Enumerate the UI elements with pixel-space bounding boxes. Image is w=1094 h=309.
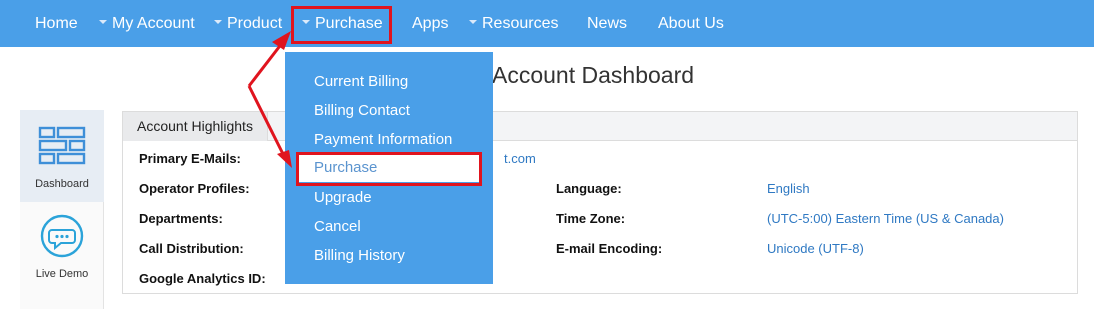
primary-emails-label: Primary E-Mails: [139,151,241,166]
menu-item-cancel[interactable]: Cancel [314,218,361,235]
tab-account-highlights[interactable]: Account Highlights [123,112,268,141]
purchase-dropdown-menu: Current Billing Billing Contact Payment … [285,52,493,284]
caret-down-icon [214,19,222,24]
nav-home-label: Home [35,15,78,32]
page-title: Account Dashboard [492,62,695,88]
nav-home[interactable]: Home [35,0,78,47]
call-distribution-label: Call Distribution: [139,241,244,256]
dashboard-icon [38,126,86,165]
nav-news-label: News [587,15,628,32]
email-encoding-value[interactable]: Unicode (UTF-8) [767,241,864,256]
nav-product-label: Product [227,15,283,32]
nav-about-us[interactable]: About Us [658,0,724,47]
sidebar-item-live-demo[interactable]: Live Demo [20,206,104,301]
caret-down-icon [99,19,107,24]
sidebar-item-dashboard[interactable]: Dashboard [20,110,104,202]
top-navigation-bar: Home My Account Product Purchase Apps Re… [0,0,1094,47]
sidebar: Dashboard Live Demo [20,110,104,309]
nav-my-account-label: My Account [112,15,195,32]
nav-apps[interactable]: Apps [412,0,448,47]
nav-purchase[interactable]: Purchase [302,0,383,47]
menu-item-payment-information[interactable]: Payment Information [314,131,452,148]
nav-news[interactable]: News [587,0,627,47]
menu-item-billing-history[interactable]: Billing History [314,247,405,264]
caret-down-icon [469,19,477,24]
chat-bubble-icon [40,214,84,258]
email-encoding-label: E-mail Encoding: [556,241,663,256]
nav-resources-label: Resources [482,15,559,32]
caret-down-icon [302,19,310,24]
time-zone-label: Time Zone: [556,211,626,226]
panel-header: Account Highlights [123,112,1077,141]
nav-purchase-label: Purchase [315,15,383,32]
sidebar-item-label: Dashboard [35,178,89,190]
nav-product[interactable]: Product [214,0,282,47]
nav-resources[interactable]: Resources [469,0,558,47]
nav-my-account[interactable]: My Account [99,0,195,47]
nav-apps-label: Apps [412,15,449,32]
time-zone-value[interactable]: (UTC-5:00) Eastern Time (US & Canada) [767,211,1004,226]
sidebar-item-label: Live Demo [35,268,89,280]
account-highlights-panel: Account Highlights Primary E-Mails: t.co… [122,111,1078,294]
departments-label: Departments: [139,211,223,226]
primary-emails-value[interactable]: t.com [504,151,536,166]
nav-about-us-label: About Us [658,15,724,32]
menu-item-current-billing[interactable]: Current Billing [314,73,408,90]
menu-item-purchase[interactable]: Purchase [299,154,479,182]
google-analytics-id-label: Google Analytics ID: [139,271,266,286]
language-label: Language: [556,181,622,196]
operator-profiles-label: Operator Profiles: [139,181,250,196]
language-value[interactable]: English [767,181,810,196]
menu-item-upgrade[interactable]: Upgrade [314,189,372,206]
menu-item-billing-contact[interactable]: Billing Contact [314,102,410,119]
